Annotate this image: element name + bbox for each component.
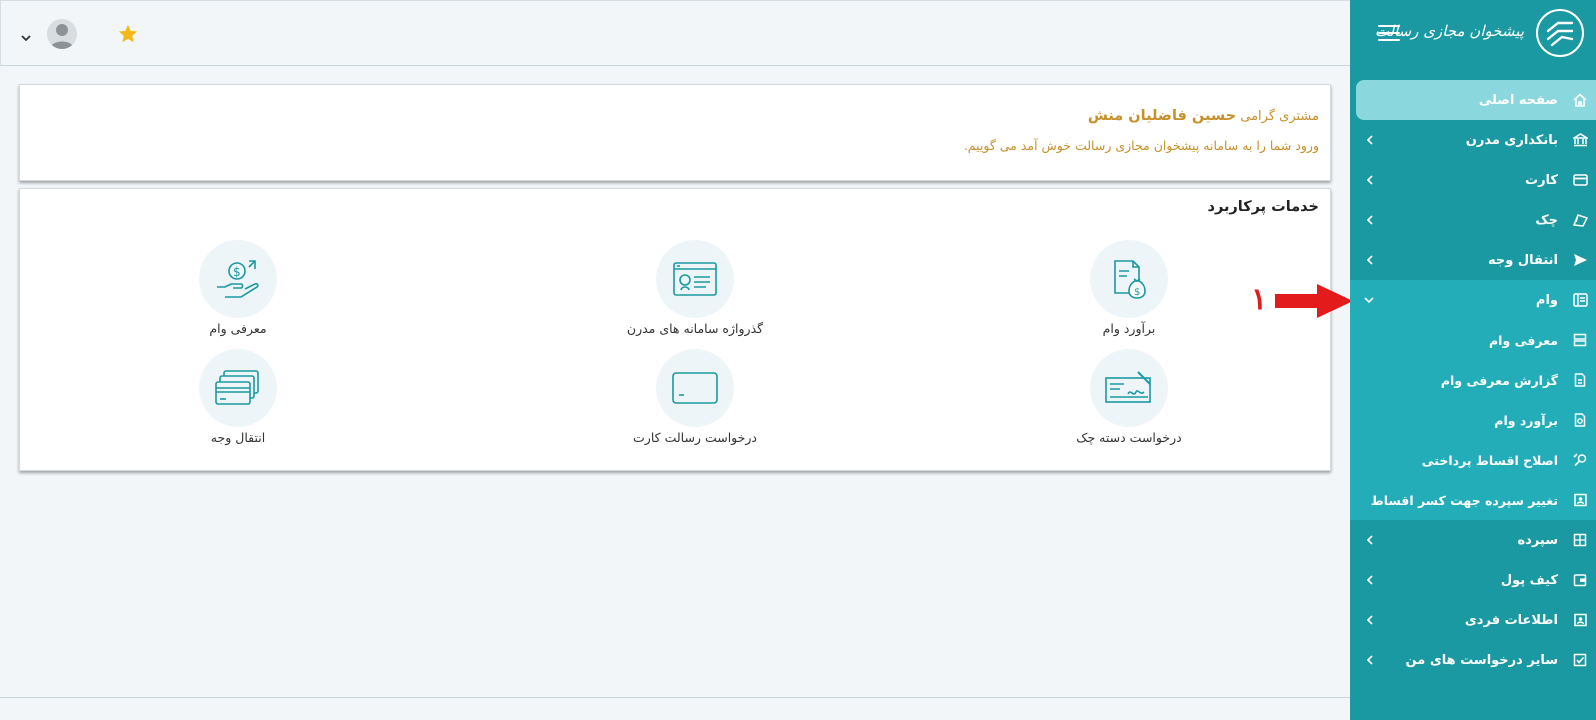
calc-doc-icon [1570,410,1590,430]
chevron-down-icon[interactable] [21,27,31,46]
submenu-item-loan-estimate[interactable]: برآورد وام [1350,400,1596,440]
chevron-left-icon [1364,215,1374,225]
sidebar-menu: صفحه اصلی بانکداری مدرن کارت چک انتقال و… [1350,80,1596,680]
send-icon [1570,250,1590,270]
welcome-message: ورود شما را به سامانه پیشخوان مجازی رسال… [963,138,1319,153]
sidebar-item-personal-info[interactable]: اطلاعات فردی [1350,600,1596,640]
chevron-left-icon [1364,535,1374,545]
top-bar [0,0,1350,66]
sidebar-item-cheque[interactable]: چک [1350,200,1596,240]
loan-estimate-icon: $ [1090,240,1168,318]
service-loan-intro[interactable]: $ معرفی وام [128,240,348,336]
deposit-icon [1570,530,1590,550]
cards-transfer-icon [199,349,277,427]
services-title: خدمات پرکاربرد [1207,199,1319,215]
bank-icon [1570,130,1590,150]
sidebar-item-label: کیف پول [1500,572,1558,588]
chevron-left-icon [1364,615,1374,625]
annotation-number-1: ۱ [1251,282,1268,317]
service-modern-password[interactable]: گذرواژه سامانه های مدرن [585,240,805,336]
sidebar-item-other-requests[interactable]: سایر درخواست های من [1350,640,1596,680]
sidebar-item-money-transfer[interactable]: انتقال وجه [1350,240,1596,280]
annotation-arrow-1 [1275,284,1353,318]
sidebar-item-label: وام [1535,292,1558,308]
svg-text:$: $ [233,265,241,279]
password-card-icon [656,240,734,318]
sidebar-item-label: کارت [1525,172,1558,188]
profile-icon [1570,610,1590,630]
welcome-greeting: مشتری گرامی حسین فاضلیان منش [1088,108,1319,124]
chevron-left-icon [1364,655,1374,665]
submenu-item-change-deposit[interactable]: تغییر سپرده جهت کسر اقساط [1350,480,1596,520]
badge-icon [1570,490,1590,510]
submenu-item-fix-installments[interactable]: اصلاح اقساط پرداختی [1350,440,1596,480]
chevron-left-icon [1364,175,1374,185]
service-label: گذرواژه سامانه های مدرن [626,321,764,336]
checklist-icon [1570,650,1590,670]
hand-money-icon: $ [199,240,277,318]
card-icon [656,349,734,427]
wallet-icon [1570,570,1590,590]
sidebar-item-wallet[interactable]: کیف پول [1350,560,1596,600]
star-icon[interactable] [117,23,139,49]
customer-name: حسین فاضلیان منش [1087,108,1237,124]
logo-icon [1536,9,1584,57]
sidebar-item-label: انتقال وجه [1487,252,1558,268]
frequent-services-card: خدمات پرکاربرد $ برآورد وام گذرواژه ساما… [19,188,1331,471]
service-label: برآورد وام [1102,321,1156,336]
welcome-card: مشتری گرامی حسین فاضلیان منش ورود شما را… [19,84,1331,181]
loan-submenu: معرفی وام گزارش معرفی وام برآورد وام اصل… [1350,320,1596,520]
user-avatar-icon[interactable] [47,19,77,49]
sidebar-item-label: سپرده [1517,532,1558,548]
sidebar-item-label: سایر درخواست های من [1405,652,1558,668]
sidebar-item-label: چک [1535,212,1558,228]
submenu-item-label: گزارش معرفی وام [1440,372,1558,388]
sidebar: پیشخوان مجازی رسالت صفحه اصلی بانکداری م… [1350,0,1596,720]
card-icon [1570,170,1590,190]
sidebar-item-deposit[interactable]: سپرده [1350,520,1596,560]
cheque-icon [1090,349,1168,427]
sidebar-item-label: اطلاعات فردی [1464,612,1558,628]
service-chequebook-request[interactable]: درخواست دسته چک [1019,349,1239,445]
chevron-down-icon [1364,295,1374,305]
sidebar-item-card[interactable]: کارت [1350,160,1596,200]
submenu-item-label: معرفی وام [1489,332,1558,348]
report-icon [1570,370,1590,390]
cheque-icon [1570,210,1590,230]
submenu-item-loan-intro[interactable]: معرفی وام [1350,320,1596,360]
sidebar-item-label: صفحه اصلی [1478,92,1558,108]
service-label: معرفی وام [209,321,267,336]
edit-search-icon [1570,450,1590,470]
service-card-request[interactable]: درخواست رسالت کارت [585,349,805,445]
sidebar-item-home[interactable]: صفحه اصلی [1356,80,1596,120]
submenu-item-loan-intro-report[interactable]: گزارش معرفی وام [1350,360,1596,400]
service-loan-estimate[interactable]: $ برآورد وام [1019,240,1239,336]
chevron-left-icon [1364,255,1374,265]
menu-toggle-icon[interactable] [1378,25,1400,41]
service-label: انتقال وجه [210,430,266,445]
submenu-item-label: اصلاح اقساط پرداختی [1421,452,1558,468]
footer-bar [0,697,1350,720]
svg-text:$: $ [1134,287,1140,298]
home-icon [1570,90,1590,110]
server-icon [1570,330,1590,350]
sidebar-item-loan[interactable]: وام [1350,280,1596,320]
sidebar-item-modern-banking[interactable]: بانکداری مدرن [1350,120,1596,160]
welcome-prefix: مشتری گرامی [1240,109,1319,124]
service-label: درخواست رسالت کارت [633,430,757,445]
sidebar-item-label: بانکداری مدرن [1465,132,1558,148]
service-money-transfer[interactable]: انتقال وجه [128,349,348,445]
service-label: درخواست دسته چک [1076,430,1182,445]
submenu-item-label: برآورد وام [1494,412,1558,428]
submenu-item-label: تغییر سپرده جهت کسر اقساط [1370,492,1558,508]
chevron-left-icon [1364,135,1374,145]
loan-icon [1570,290,1590,310]
sidebar-header: پیشخوان مجازی رسالت [1350,0,1596,66]
chevron-left-icon [1364,575,1374,585]
